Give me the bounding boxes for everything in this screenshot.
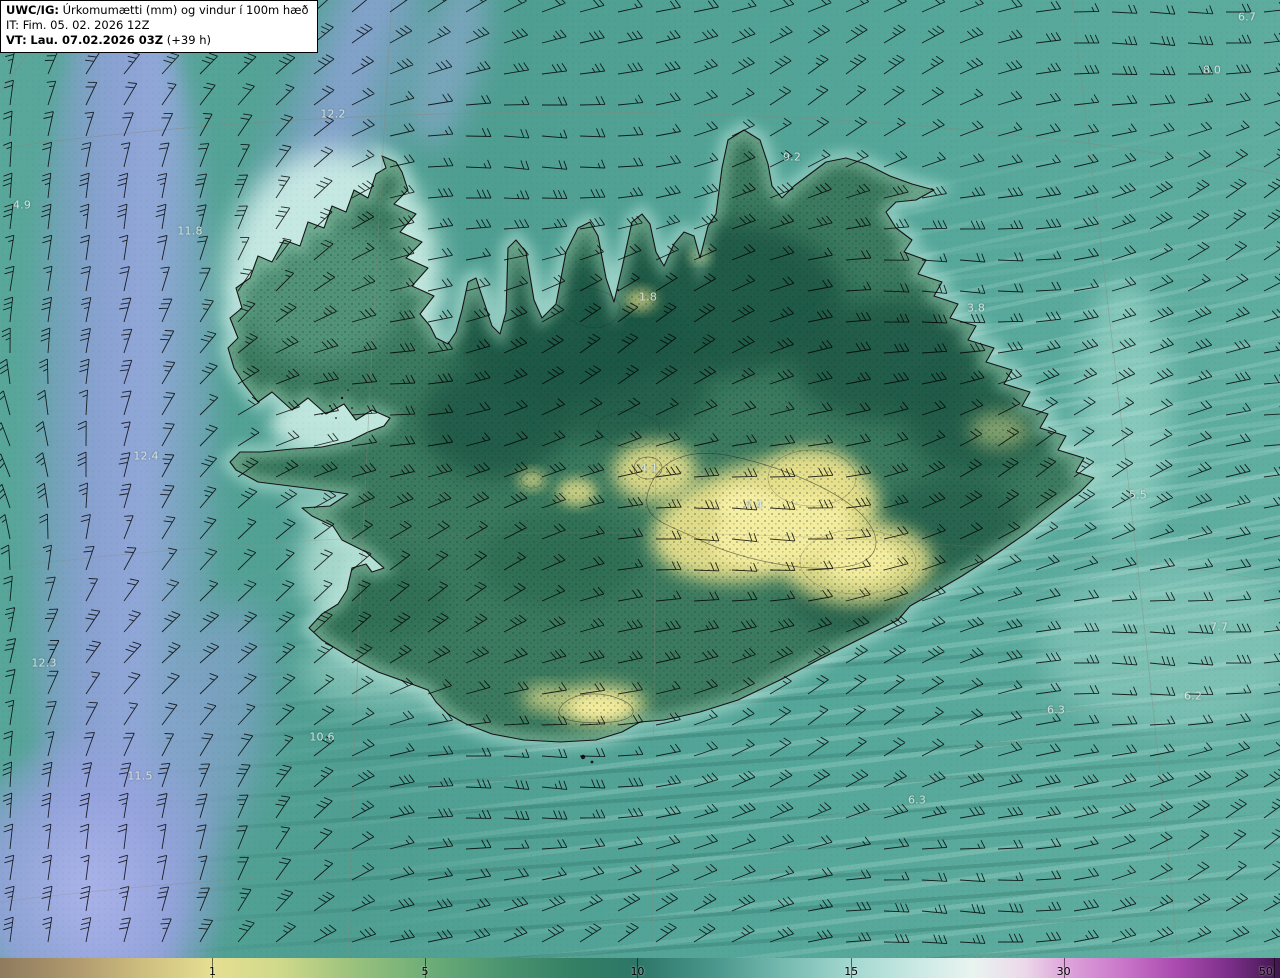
weather-map: 6.7 8.0 12.2 9.2 4.9 11.8 1.8 3.8 12.4 4.1 5.5 4.4 7… — [0, 0, 1280, 978]
contour-label: 3.8 — [966, 301, 986, 315]
contour-label: 6.3 — [1046, 703, 1066, 717]
init-text: Fim. 05. 02. 2026 12Z — [22, 18, 150, 33]
colorbar-tick — [1273, 958, 1275, 978]
contour-label: 10.6 — [309, 730, 335, 744]
contour-label: 1.8 — [638, 290, 658, 304]
init-label: IT: — [6, 18, 20, 33]
contour-label: 11.5 — [127, 769, 153, 783]
colorbar-tick-label: 50 — [1258, 965, 1273, 978]
contour-label: 4.4 — [744, 498, 764, 512]
contour-label: 12.3 — [31, 656, 57, 670]
colorbar-tick-label: 30 — [1056, 965, 1071, 978]
contour-label: 12.2 — [320, 107, 346, 121]
title-line-product: UWC/IG: Úrkomumætti (mm) og vindur í 100… — [6, 3, 309, 18]
product-text: Úrkomumætti (mm) og vindur í 100m hæð — [62, 3, 309, 17]
contour-label: 5.5 — [1128, 488, 1148, 502]
contour-label: 4.1 — [639, 461, 659, 475]
contour-label: 11.8 — [177, 224, 203, 238]
colorbar-tick-label: 5 — [421, 965, 429, 978]
colorbar-tick-label: 15 — [844, 965, 859, 978]
contour-label: 6.7 — [1237, 10, 1257, 24]
contour-labels-layer: 6.7 8.0 12.2 9.2 4.9 11.8 1.8 3.8 12.4 4.1 5.5 4.4 7… — [0, 0, 1280, 978]
contour-label: 9.2 — [782, 150, 802, 164]
title-line-valid: VT: Lau. 07.02.2026 03Z (+39 h) — [6, 33, 309, 48]
colorbar-ticks: 1 5 10 15 30 50 — [0, 958, 1280, 978]
contour-label: 12.4 — [133, 449, 159, 463]
contour-label: 6.2 — [1183, 689, 1203, 703]
contour-label: 6.3 — [907, 793, 927, 807]
colorbar-tick-label: 1 — [208, 965, 216, 978]
product-label: UWC/IG: — [6, 3, 59, 17]
colorbar-tick-label: 10 — [630, 965, 645, 978]
valid-text: Lau. 07.02.2026 03Z — [30, 33, 164, 48]
title-line-init: IT: Fim. 05. 02. 2026 12Z — [6, 18, 309, 33]
contour-label: 8.0 — [1202, 63, 1222, 77]
colorbar-legend: 1 5 10 15 30 50 — [0, 958, 1280, 978]
valid-label: VT: — [6, 33, 27, 48]
contour-label: 4.9 — [12, 198, 32, 212]
contour-label: 7.7 — [1209, 620, 1229, 634]
valid-suffix: (+39 h) — [166, 33, 211, 48]
title-box: UWC/IG: Úrkomumætti (mm) og vindur í 100… — [0, 0, 318, 53]
